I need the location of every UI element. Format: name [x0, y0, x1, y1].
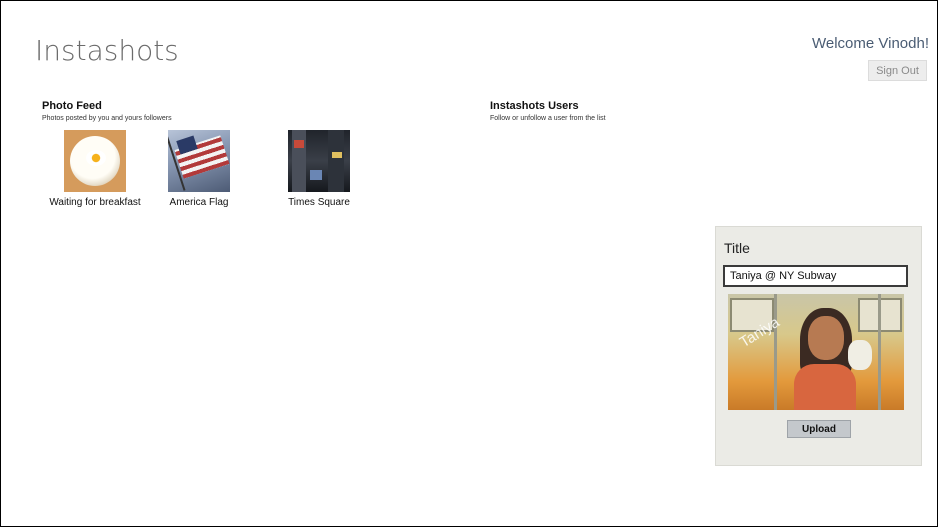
girl-body-shape [794, 364, 856, 410]
billboard-shape [294, 140, 304, 148]
upload-button[interactable]: Upload [787, 420, 851, 438]
photo-caption: Waiting for breakfast [49, 197, 141, 208]
photo-caption: Times Square [288, 197, 350, 208]
photo-feed-subtitle: Photos posted by you and yours followers [42, 115, 172, 122]
girl-face-shape [808, 316, 844, 360]
building-shape [328, 130, 344, 192]
title-label: Title [724, 240, 750, 256]
flag-photo[interactable] [168, 130, 230, 192]
photo-item-times-square[interactable]: Times Square [264, 130, 374, 208]
billboard-shape [310, 170, 322, 180]
sign-out-button[interactable]: Sign Out [868, 60, 927, 81]
billboard-shape [332, 152, 342, 158]
passenger-shape [848, 340, 872, 370]
users-subtitle: Follow or unfollow a user from the list [490, 115, 606, 122]
subway-pole-shape [878, 294, 881, 410]
title-input[interactable] [723, 265, 908, 287]
app-title: Instashots [35, 34, 179, 67]
photo-caption: America Flag [169, 197, 229, 208]
photo-feed-title: Photo Feed [42, 100, 102, 112]
users-title: Instashots Users [490, 100, 579, 112]
egg-shape [86, 150, 106, 166]
upload-preview-image: Taniya [728, 294, 904, 410]
photo-item-breakfast[interactable]: Waiting for breakfast [40, 130, 150, 208]
app-window: Instashots Welcome Vinodh! Sign Out Phot… [0, 0, 938, 527]
welcome-message: Welcome Vinodh! [811, 35, 929, 52]
times-square-photo[interactable] [288, 130, 350, 192]
upload-panel: Title Taniya Upload [715, 226, 922, 466]
subway-pole-shape [774, 294, 777, 410]
breakfast-photo[interactable] [64, 130, 126, 192]
photo-item-flag[interactable]: America Flag [144, 130, 254, 208]
